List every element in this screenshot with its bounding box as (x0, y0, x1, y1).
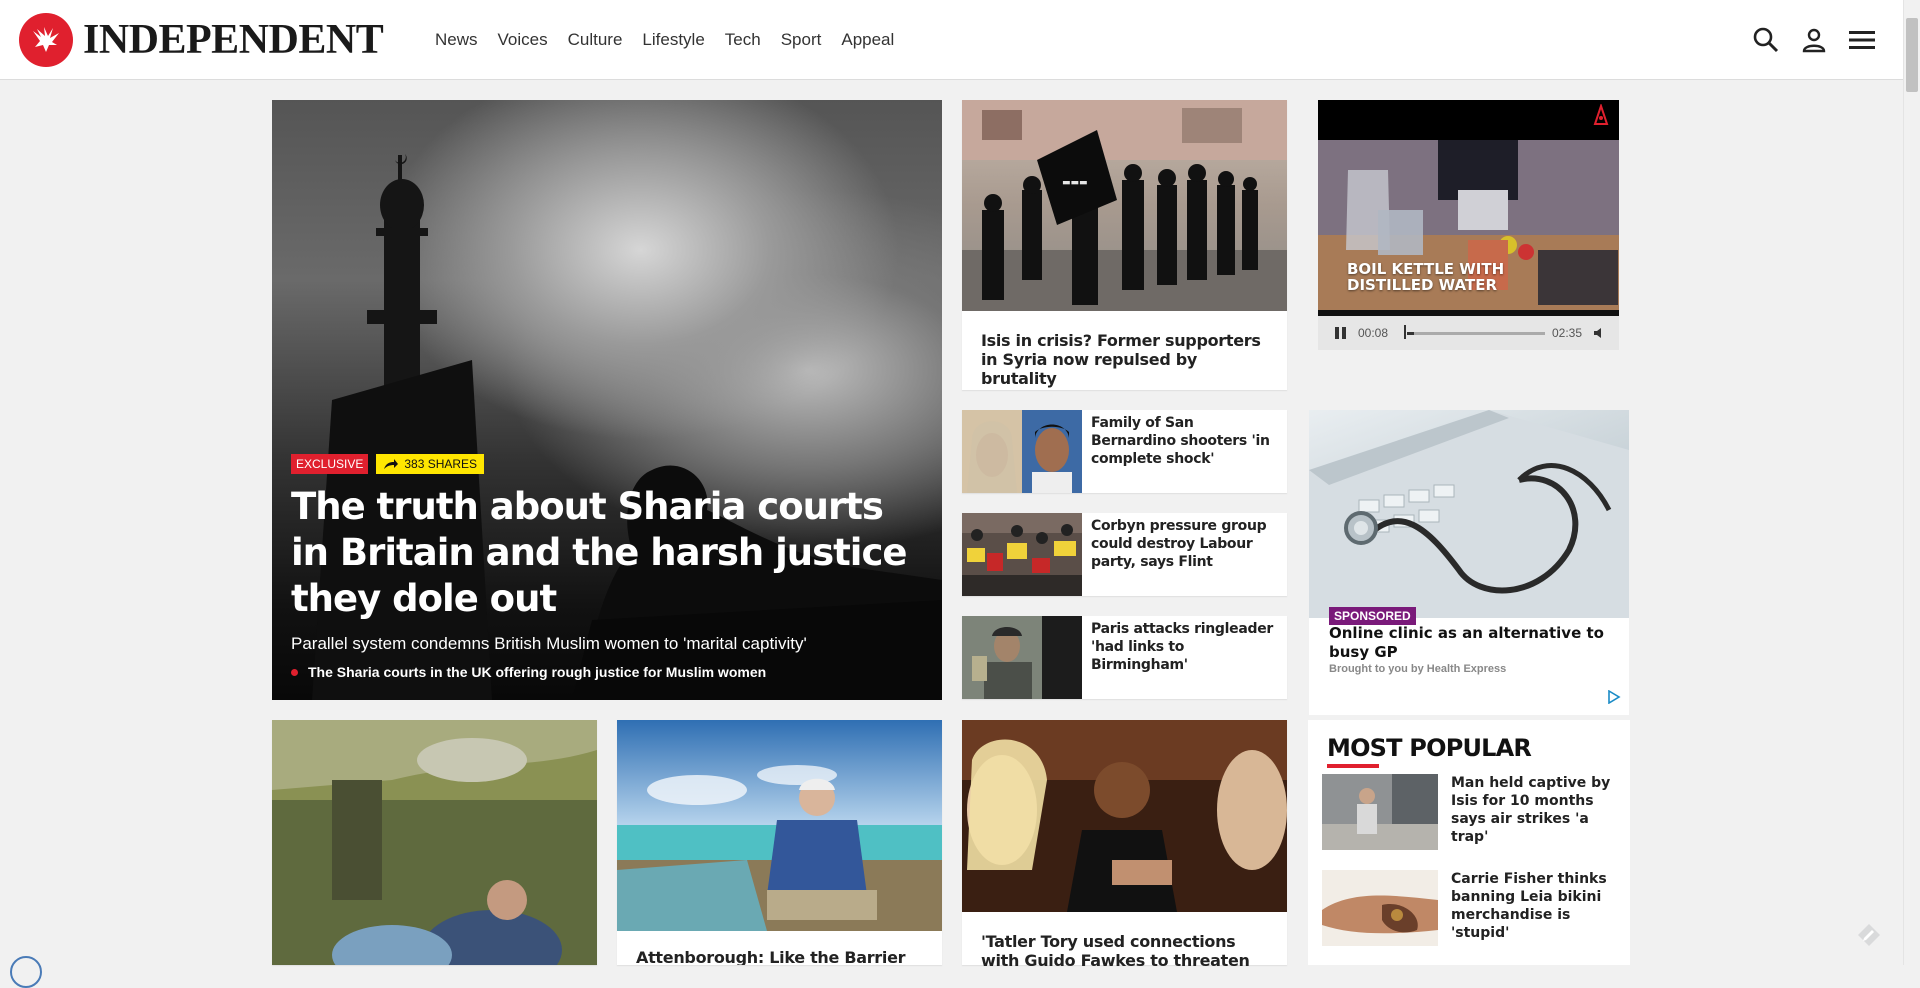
sponsored-ad[interactable]: SPONSORED Online clinic as an alternativ… (1309, 410, 1629, 715)
video-duration: 02:35 (1552, 326, 1583, 340)
menu-icon[interactable] (1838, 16, 1886, 64)
nav-news[interactable]: News (435, 30, 478, 50)
story-headline: Family of San Bernardino shooters 'in co… (1091, 415, 1270, 467)
story-card-san-bernardino[interactable]: Family of San Bernardino shooters 'in co… (962, 410, 1287, 493)
exclusive-badge: EXCLUSIVE (291, 454, 369, 474)
most-popular-heading: MOST POPULAR (1327, 734, 1532, 762)
attenborough-beach-image (617, 720, 942, 931)
popular-item-title: Man held captive by Isis for 10 months s… (1451, 775, 1611, 845)
story-card-surgery[interactable] (272, 720, 597, 965)
lead-related-link[interactable]: The Sharia courts in the UK offering rou… (291, 664, 912, 680)
bullet-dot-icon (291, 668, 298, 676)
party-image (962, 720, 1287, 912)
lead-story[interactable]: EXCLUSIVE 383 SHARES The truth about Sha… (272, 100, 942, 700)
lead-badges: EXCLUSIVE 383 SHARES (291, 454, 912, 474)
surgery-image (272, 720, 597, 965)
feedback-icon[interactable] (1855, 921, 1883, 954)
story-headline: Corbyn pressure group could destroy Labo… (1091, 518, 1267, 570)
lead-text-block: EXCLUSIVE 383 SHARES The truth about Sha… (291, 454, 912, 680)
popular-item-title: Carrie Fisher thinks banning Leia bikini… (1451, 871, 1607, 941)
lead-standfirst: Parallel system condemns British Muslim … (291, 634, 807, 653)
nav-lifestyle[interactable]: Lifestyle (642, 30, 704, 50)
nav-sport[interactable]: Sport (781, 30, 822, 50)
story-headline: 'Tatler Tory used connections with Guido… (981, 932, 1250, 970)
isis-fighters-image: ▬▬▬ (962, 100, 1287, 311)
related-link-text: The Sharia courts in the UK offering rou… (308, 664, 767, 680)
user-icon[interactable] (1790, 16, 1838, 64)
ad-attribution: Brought to you by Health Express (1329, 663, 1507, 675)
logo-wordmark: INDEPENDENT (83, 17, 384, 63)
share-count: 383 SHARES (404, 457, 478, 471)
story-card-paris[interactable]: Paris attacks ringleader 'had links to B… (962, 616, 1287, 699)
nav-voices[interactable]: Voices (498, 30, 548, 50)
stethoscope-laptop-image (1309, 410, 1629, 618)
adchoices-icon[interactable] (1607, 689, 1621, 709)
header-actions (1742, 0, 1886, 80)
video-scrubber[interactable] (1404, 325, 1406, 339)
protest-thumbnail (962, 513, 1082, 596)
share-count-badge[interactable]: 383 SHARES (376, 454, 485, 474)
scrollbar-thumb[interactable] (1906, 18, 1918, 92)
brand-logo-icon (1593, 102, 1609, 133)
video-progress-bar[interactable] (1407, 332, 1545, 335)
sponsored-label: SPONSORED (1329, 607, 1416, 625)
page-scrollbar[interactable] (1903, 0, 1920, 965)
nav-tech[interactable]: Tech (725, 30, 761, 50)
popular-item[interactable]: Carrie Fisher thinks banning Leia bikini… (1322, 870, 1622, 950)
story-headline: Paris attacks ringleader 'had links to B… (1091, 621, 1273, 673)
site-header: INDEPENDENT News Voices Culture Lifestyl… (0, 0, 1903, 80)
story-headline: Isis in crisis? Former supporters in Syr… (981, 331, 1261, 388)
globe-icon[interactable] (10, 956, 42, 988)
nav-appeal[interactable]: Appeal (841, 30, 894, 50)
story-card-isis[interactable]: ▬▬▬ Isis in crisis? Former supporters in… (962, 100, 1287, 390)
lead-headline[interactable]: The truth about Sharia courts in Britain… (291, 484, 912, 622)
story-card-corbyn[interactable]: Corbyn pressure group could destroy Labo… (962, 513, 1287, 596)
ad-title[interactable]: Online clinic as an alternative to busy … (1329, 624, 1619, 662)
popular-thumbnail (1322, 774, 1438, 850)
story-card-attenborough[interactable]: Attenborough: Like the Barrier Reef, (617, 720, 942, 965)
nav-culture[interactable]: Culture (568, 30, 623, 50)
svg-text:▬▬▬: ▬▬▬ (1062, 178, 1088, 188)
video-current-time: 00:08 (1358, 326, 1389, 340)
pause-icon[interactable] (1335, 327, 1346, 339)
video-progress-fill (1407, 332, 1414, 335)
video-player[interactable]: BOIL KETTLE WITH DISTILLED WATER 00:08 0… (1318, 100, 1619, 350)
video-caption: BOIL KETTLE WITH DISTILLED WATER (1347, 260, 1505, 294)
share-arrow-icon (384, 459, 399, 469)
most-popular-panel: MOST POPULAR Man held captive by Isis fo… (1308, 720, 1630, 965)
story-headline: Attenborough: Like the Barrier Reef, (636, 948, 906, 965)
main-nav: News Voices Culture Lifestyle Tech Sport… (435, 0, 914, 80)
site-logo[interactable]: INDEPENDENT (19, 13, 384, 67)
search-icon[interactable] (1742, 16, 1790, 64)
shooters-thumbnail (962, 410, 1082, 493)
volume-icon[interactable] (1593, 327, 1605, 342)
ringleader-thumbnail (962, 616, 1082, 699)
story-card-tatler[interactable]: 'Tatler Tory used connections with Guido… (962, 720, 1287, 970)
heading-underline (1327, 764, 1379, 768)
popular-item[interactable]: Man held captive by Isis for 10 months s… (1322, 774, 1622, 854)
popular-thumbnail (1322, 870, 1438, 946)
eagle-logo-icon (19, 13, 73, 67)
